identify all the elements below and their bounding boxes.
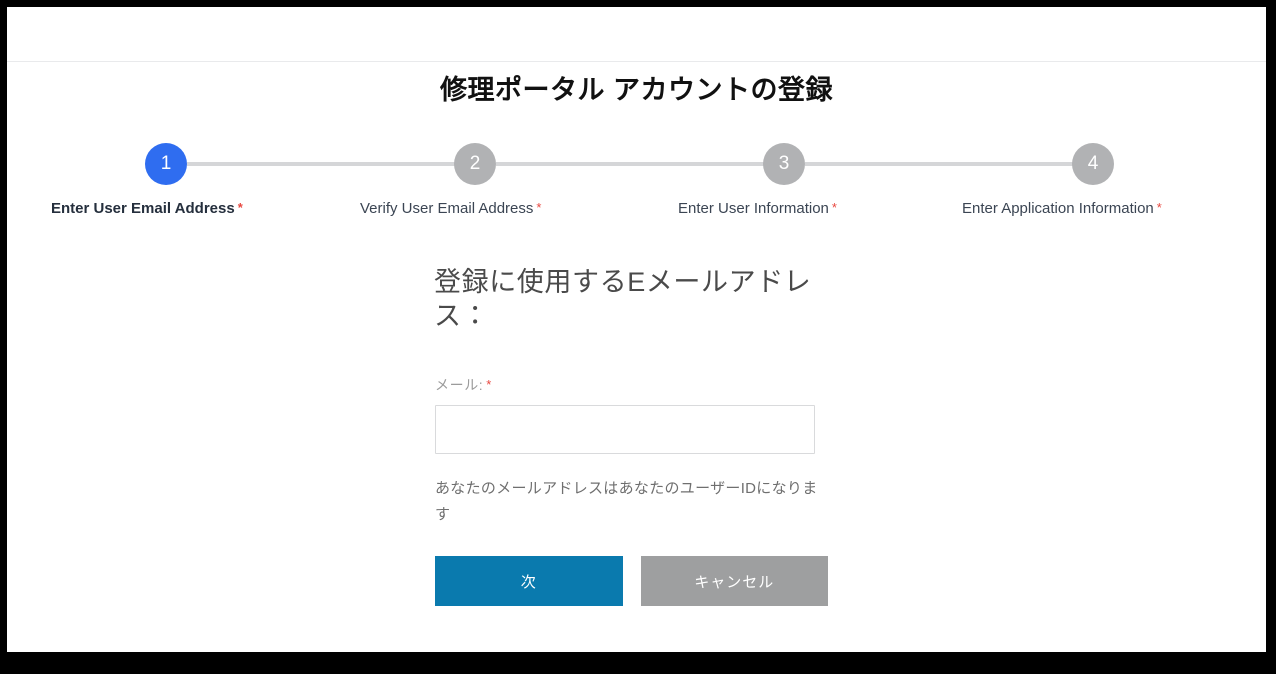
step-circle-2[interactable]: 2 xyxy=(454,143,496,185)
form-heading: 登録に使用するEメールアドレス： xyxy=(434,267,812,331)
step-label-2: Verify User Email Address * xyxy=(360,200,541,217)
registration-stepper: 1 2 3 4 Enter User Email Address * Verify… xyxy=(7,137,1266,229)
email-help-text: あなたのメールアドレスはあなたのユーザーIDになります xyxy=(435,480,818,523)
step-label-1-text: Enter User Email Address xyxy=(51,200,235,217)
next-button[interactable]: 次 xyxy=(435,556,623,606)
step-3-required-icon: * xyxy=(831,200,837,215)
step-label-4-text: Enter Application Information xyxy=(962,200,1154,217)
registration-form: 登録に使用するEメールアドレス： メール: * あなたのメールアドレスはあなたのユ… xyxy=(428,265,828,606)
cancel-button[interactable]: キャンセル xyxy=(640,556,828,606)
step-2-required-icon: * xyxy=(536,200,542,215)
email-required-icon: * xyxy=(486,377,492,392)
site-header-bar xyxy=(7,7,1266,62)
page-viewport: 修理ポータル アカウントの登録 1 2 3 4 Enter User Email… xyxy=(7,7,1266,652)
step-label-4: Enter Application Information * xyxy=(962,200,1162,217)
page-title: 修理ポータル アカウントの登録 xyxy=(439,75,833,105)
step-circle-4[interactable]: 4 xyxy=(1072,143,1114,185)
step-connector-1-2 xyxy=(187,162,457,166)
form-button-row: 次 キャンセル xyxy=(435,556,828,606)
email-label-text: メール: xyxy=(435,377,484,393)
step-label-3: Enter User Information * xyxy=(678,200,837,217)
step-1-required-icon: * xyxy=(237,200,243,215)
browser-frame: 修理ポータル アカウントの登録 1 2 3 4 Enter User Email… xyxy=(0,0,1276,674)
step-connector-2-3 xyxy=(496,162,766,166)
email-field-label: メール: * xyxy=(435,375,828,395)
step-label-3-text: Enter User Information xyxy=(678,200,829,217)
step-circle-3[interactable]: 3 xyxy=(763,143,805,185)
step-connector-3-4 xyxy=(805,162,1075,166)
email-input[interactable] xyxy=(435,405,815,454)
step-label-2-text: Verify User Email Address xyxy=(360,200,534,217)
step-circle-1[interactable]: 1 xyxy=(145,143,187,185)
step-label-1: Enter User Email Address * xyxy=(51,200,243,217)
stepper-track: 1 2 3 4 xyxy=(7,137,1266,193)
step-4-required-icon: * xyxy=(1156,200,1162,215)
